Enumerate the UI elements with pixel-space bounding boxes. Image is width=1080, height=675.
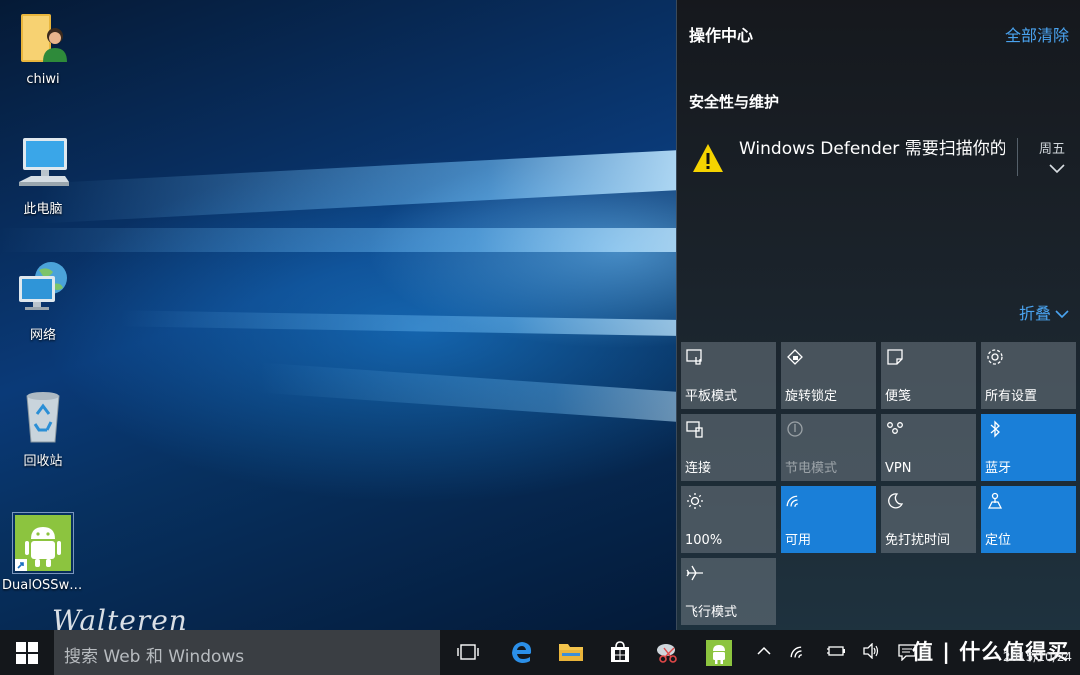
battery-tray-button[interactable] <box>822 630 846 675</box>
quick-action-battery-saver[interactable]: 节电模式 <box>781 414 876 481</box>
desktop-icon-label: 回收站 <box>23 454 63 469</box>
tile-label: 节电模式 <box>785 461 838 476</box>
quick-action-tablet-mode[interactable]: 平板模式 <box>681 342 776 409</box>
desktop-icon-label: 此电脑 <box>23 202 63 217</box>
notification-day: 周五 <box>1039 142 1066 157</box>
collapse-label: 折叠 <box>1018 304 1051 323</box>
watermark-signature: Walteren <box>52 604 188 630</box>
quick-action-all-settings[interactable]: 所有设置 <box>981 342 1076 409</box>
desktop-icon-computer[interactable]: 此电脑 <box>2 134 84 217</box>
brightness-icon <box>687 493 703 509</box>
quick-action-airplane-mode[interactable]: 飞行模式 <box>681 558 776 625</box>
rotation-lock-icon <box>787 349 803 365</box>
battery-icon <box>827 646 845 656</box>
quick-action-bluetooth[interactable]: 蓝牙 <box>981 414 1076 481</box>
quick-action-brightness[interactable]: 100% <box>681 486 776 553</box>
wallpaper-beam <box>120 310 676 336</box>
search-placeholder: 搜索 Web 和 Windows <box>64 647 245 667</box>
collapse-button[interactable]: 折叠 <box>1019 300 1069 324</box>
tile-label: 定位 <box>985 533 1012 548</box>
notification-text: Windows Defender 需要扫描你的计 <box>739 139 1005 159</box>
chevron-down-icon <box>1055 310 1069 319</box>
edge-button[interactable] <box>498 630 546 675</box>
network-tray-button[interactable] <box>786 630 810 675</box>
notification-divider <box>1017 138 1018 176</box>
store-icon <box>611 641 629 662</box>
desktop-icon-label: DualOSSwi... <box>2 578 84 593</box>
store-button[interactable] <box>596 630 644 675</box>
recycle-bin-icon <box>13 386 73 446</box>
settings-icon <box>987 349 1003 365</box>
android-shortcut-icon <box>12 512 74 574</box>
snipping-icon <box>657 644 677 663</box>
tile-label: 连接 <box>685 461 712 476</box>
bluetooth-icon <box>990 420 1000 438</box>
battery-saver-icon <box>787 421 803 437</box>
clear-all-button[interactable]: 全部清除 <box>1005 22 1069 46</box>
android-app-button[interactable] <box>694 630 742 675</box>
tile-label: 所有设置 <box>985 389 1038 404</box>
quick-action-location[interactable]: 定位 <box>981 486 1076 553</box>
volume-tray-button[interactable] <box>858 630 882 675</box>
file-explorer-button[interactable] <box>546 630 594 675</box>
desktop-icon-network[interactable]: 网络 <box>2 260 84 343</box>
task-view-icon <box>457 644 479 660</box>
show-hidden-icons-button[interactable] <box>752 630 776 675</box>
edge-icon <box>512 642 532 663</box>
desktop-icon-dualos[interactable]: DualOSSwi... <box>2 512 84 593</box>
tile-label: VPN <box>885 461 912 476</box>
warning-icon <box>693 144 723 172</box>
tile-label: 蓝牙 <box>985 461 1012 476</box>
network-icon <box>13 260 73 320</box>
desktop-icon-label: chiwi <box>26 72 60 87</box>
volume-icon <box>863 643 879 659</box>
tile-label: 旋转锁定 <box>785 389 838 404</box>
clock-date[interactable]: 2015/10/24 <box>1003 650 1072 664</box>
expand-chevron-icon[interactable] <box>1049 164 1065 174</box>
wallpaper-beam <box>260 362 676 422</box>
quick-action-quiet-hours[interactable]: 免打扰时间 <box>881 486 976 553</box>
task-view-button[interactable] <box>444 630 492 675</box>
action-center-title: 操作中心 <box>689 26 754 45</box>
tile-label: 便笺 <box>885 389 912 404</box>
notification-item[interactable]: Windows Defender 需要扫描你的计 周五 <box>689 124 1069 190</box>
quiet-hours-icon <box>888 493 904 509</box>
desktop: chiwi 此电脑 网络 回收站 DualOSSwi... Walteren <box>0 0 676 630</box>
chevron-up-icon <box>757 646 771 655</box>
desktop-icon-label: 网络 <box>29 328 56 343</box>
wifi-icon <box>790 646 802 658</box>
location-icon <box>987 492 1003 509</box>
search-box[interactable]: 搜索 Web 和 Windows <box>54 630 440 675</box>
tile-label: 100% <box>685 533 723 548</box>
windows-logo-icon <box>16 642 38 664</box>
desktop-icon-user-folder[interactable]: chiwi <box>2 8 84 87</box>
wallpaper-beam <box>0 228 676 252</box>
quick-action-rotation-lock[interactable]: 旋转锁定 <box>781 342 876 409</box>
quick-action-connect[interactable]: 连接 <box>681 414 776 481</box>
snipping-tool-button[interactable] <box>644 630 692 675</box>
file-explorer-icon <box>559 644 583 661</box>
wallpaper-beam <box>40 150 676 224</box>
taskbar: 搜索 Web 和 Windows 值 | 什么值得买 2015/10/24 <box>0 630 1080 675</box>
quick-action-vpn[interactable]: VPN <box>881 414 976 481</box>
start-button[interactable] <box>0 630 54 675</box>
desktop-icon-recycle-bin[interactable]: 回收站 <box>2 386 84 469</box>
quick-action-wifi[interactable]: 可用 <box>781 486 876 553</box>
quick-action-note[interactable]: 便笺 <box>881 342 976 409</box>
tablet-mode-icon <box>686 349 702 365</box>
wifi-icon <box>786 495 798 507</box>
note-icon <box>887 349 903 365</box>
notification-group-title: 安全性与维护 <box>689 93 780 111</box>
airplane-icon <box>686 565 703 581</box>
user-folder-icon <box>13 8 73 68</box>
computer-icon <box>13 134 73 194</box>
android-icon <box>706 640 732 666</box>
tile-label: 可用 <box>785 533 812 548</box>
tile-label: 飞行模式 <box>685 605 738 620</box>
tile-label: 免打扰时间 <box>885 533 951 548</box>
vpn-icon <box>887 422 903 434</box>
tile-label: 平板模式 <box>685 389 738 404</box>
connect-icon <box>686 421 703 438</box>
action-center-panel: 操作中心 全部清除 安全性与维护 Windows Defender 需要扫描你的… <box>676 0 1080 630</box>
